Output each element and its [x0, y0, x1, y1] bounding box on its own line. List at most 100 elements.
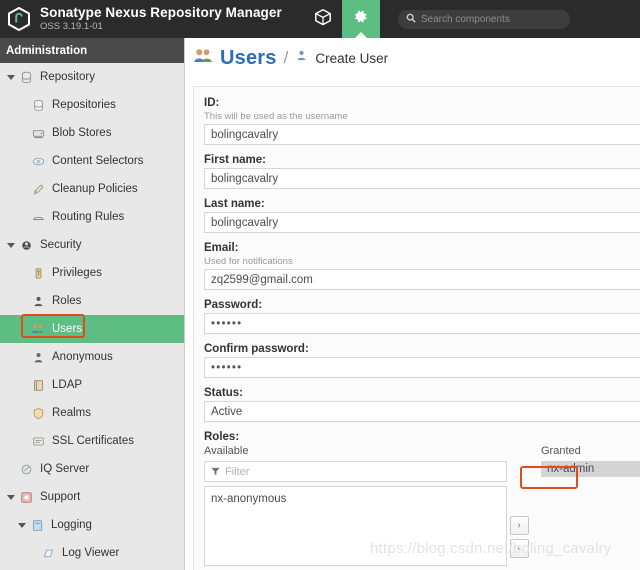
ldap-book-icon	[30, 377, 46, 393]
sidebar-item-label: Privileges	[52, 267, 102, 279]
anonymous-person-icon	[30, 349, 46, 365]
chevron-down-icon	[7, 75, 15, 80]
sidebar-item-routing-rules[interactable]: Routing Rules	[0, 203, 184, 231]
email-input[interactable]	[204, 269, 640, 290]
route-icon	[30, 209, 46, 225]
top-header-bar: Sonatype Nexus Repository Manager OSS 3.…	[0, 0, 640, 38]
roles-filter-input[interactable]: Filter	[204, 461, 507, 482]
move-left-button[interactable]: ‹	[510, 539, 529, 558]
sidebar-item-label: Realms	[52, 407, 91, 419]
sidebar-item-repository[interactable]: Repository	[0, 63, 184, 91]
sidebar-item-content-selectors[interactable]: Content Selectors	[0, 147, 184, 175]
users-icon	[193, 46, 213, 71]
sidebar-item-label: Logging	[51, 519, 92, 531]
sidebar-item-ssl-certificates[interactable]: SSL Certificates	[0, 427, 184, 455]
confirm-password-label: Confirm password:	[204, 343, 640, 355]
funnel-icon	[211, 463, 220, 481]
id-field-hint: This will be used as the username	[204, 111, 640, 122]
sidebar-item-label: Repository	[40, 71, 95, 83]
breadcrumb: Users / Create User	[185, 38, 640, 78]
create-user-form-panel: ID: This will be used as the username Fi…	[193, 86, 640, 570]
last-name-input[interactable]	[204, 212, 640, 233]
brand-block: Sonatype Nexus Repository Manager OSS 3.…	[40, 5, 282, 33]
database-icon	[30, 97, 46, 113]
log-viewer-icon	[40, 545, 56, 561]
cube-icon	[314, 8, 332, 31]
sidebar-item-label: Roles	[52, 295, 81, 307]
drive-icon	[30, 125, 46, 141]
users-icon	[30, 321, 46, 337]
sidebar-item-label: SSL Certificates	[52, 435, 134, 447]
certificate-icon	[30, 433, 46, 449]
search-input[interactable]: Search components	[398, 10, 570, 29]
sidebar-item-cleanup-policies[interactable]: Cleanup Policies	[0, 175, 184, 203]
sidebar-item-log-viewer[interactable]: Log Viewer	[0, 539, 184, 567]
sidebar-section-title: Administration	[0, 38, 184, 63]
person-icon	[295, 49, 308, 67]
logging-icon	[29, 517, 45, 533]
available-roles-list[interactable]: nx-anonymous	[204, 486, 507, 566]
administration-sidebar: Administration Repository Reposito	[0, 38, 185, 570]
first-name-input[interactable]	[204, 168, 640, 189]
granted-roles-header: Granted	[541, 445, 640, 457]
database-icon	[18, 69, 34, 85]
first-name-label: First name:	[204, 154, 640, 166]
status-label: Status:	[204, 387, 640, 399]
sidebar-item-label: Content Selectors	[52, 155, 143, 167]
roles-filter-placeholder: Filter	[225, 466, 249, 478]
sidebar-item-support[interactable]: Support	[0, 483, 184, 511]
sidebar-item-realms[interactable]: Realms	[0, 399, 184, 427]
sidebar-item-security[interactable]: Security	[0, 231, 184, 259]
sidebar-item-iq-server[interactable]: IQ Server	[0, 455, 184, 483]
last-name-label: Last name:	[204, 198, 640, 210]
chevron-down-icon	[18, 523, 26, 528]
role-person-icon	[30, 293, 46, 309]
chevron-down-icon	[7, 243, 15, 248]
realm-shield-icon	[30, 405, 46, 421]
sidebar-item-label: Log Viewer	[62, 547, 119, 559]
gear-icon	[352, 8, 369, 30]
password-input[interactable]	[204, 313, 640, 334]
sidebar-item-blob-stores[interactable]: Blob Stores	[0, 119, 184, 147]
transfer-buttons-column: › ‹	[507, 445, 531, 566]
breadcrumb-create-user-label: Create User	[315, 51, 388, 66]
browse-tab-button[interactable]	[304, 0, 342, 38]
status-select[interactable]	[204, 401, 640, 422]
granted-roles-list[interactable]: nx-admin	[541, 461, 640, 477]
available-roles-column: Available Filter nx-anonymous	[204, 445, 507, 566]
breadcrumb-separator: /	[284, 48, 289, 68]
chevron-down-icon	[7, 495, 15, 500]
sidebar-item-label: Users	[52, 323, 82, 335]
id-input[interactable]	[204, 124, 640, 145]
nexus-repository-manager-window: Sonatype Nexus Repository Manager OSS 3.…	[0, 0, 640, 570]
roles-transfer-widget: Available Filter nx-anonymous	[204, 445, 640, 566]
sidebar-item-ldap[interactable]: LDAP	[0, 371, 184, 399]
sidebar-item-label: Routing Rules	[52, 211, 124, 223]
password-label: Password:	[204, 299, 640, 311]
iq-server-icon	[18, 461, 34, 477]
sidebar-item-label: Support	[40, 491, 80, 503]
list-item[interactable]: nx-anonymous	[205, 491, 506, 507]
sidebar-item-roles[interactable]: Roles	[0, 287, 184, 315]
sidebar-item-label: Security	[40, 239, 82, 251]
sidebar-item-label: Cleanup Policies	[52, 183, 138, 195]
shield-icon	[18, 237, 34, 253]
sidebar-item-anonymous[interactable]: Anonymous	[0, 343, 184, 371]
breadcrumb-users-link[interactable]: Users	[220, 47, 277, 70]
sidebar-item-label: LDAP	[52, 379, 82, 391]
sidebar-item-label: Anonymous	[52, 351, 113, 363]
sidebar-item-repositories[interactable]: Repositories	[0, 91, 184, 119]
move-right-button[interactable]: ›	[510, 516, 529, 535]
granted-roles-column: Granted nx-admin	[541, 445, 640, 566]
sidebar-item-logging[interactable]: Logging	[0, 511, 184, 539]
search-icon	[406, 10, 416, 28]
list-item[interactable]: nx-admin	[541, 461, 640, 477]
administration-tab-button[interactable]	[342, 0, 380, 38]
roles-label: Roles:	[204, 431, 640, 443]
sidebar-item-privileges[interactable]: Privileges	[0, 259, 184, 287]
sidebar-item-label: Blob Stores	[52, 127, 111, 139]
sidebar-item-users[interactable]: Users	[0, 315, 184, 343]
email-label: Email:	[204, 242, 640, 254]
confirm-password-input[interactable]	[204, 357, 640, 378]
id-field-label: ID:	[204, 97, 640, 109]
